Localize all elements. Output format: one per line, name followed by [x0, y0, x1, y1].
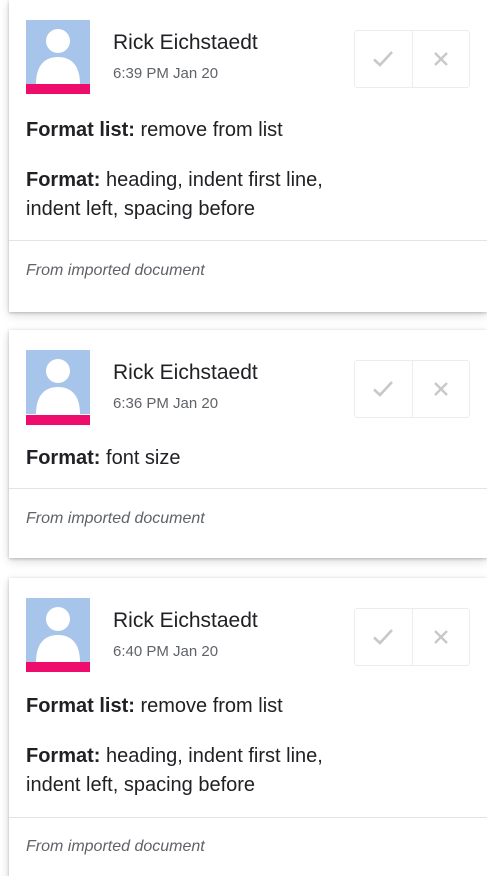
- suggestion-detail-line: indent left, spacing before: [26, 195, 255, 223]
- suggestion-source: From imported document: [26, 510, 205, 527]
- suggestion-timestamp: 6:40 PM Jan 20: [113, 643, 219, 660]
- suggestion-detail-line: Format list: remove from list: [26, 692, 283, 720]
- detail-value: heading, indent first line,: [100, 745, 323, 767]
- suggestions-panel: Rick Eichstaedt 6:39 PM Jan 20 Format li…: [0, 0, 487, 876]
- default-avatar-icon: [26, 350, 90, 414]
- checkmark-icon: [373, 629, 394, 645]
- card-divider: [9, 817, 487, 818]
- checkmark-icon: [373, 51, 394, 67]
- detail-label: Format:: [26, 447, 101, 469]
- author-color-bar: [26, 84, 90, 94]
- suggestion-timestamp: 6:39 PM Jan 20: [113, 65, 219, 82]
- close-icon: [433, 52, 448, 66]
- suggestion-detail-line: Format list: remove from list: [26, 116, 283, 144]
- accept-reject-buttons: [354, 608, 470, 666]
- suggestion-source: From imported document: [26, 262, 205, 279]
- checkmark-icon: [373, 381, 394, 397]
- accept-suggestion-button[interactable]: [355, 361, 412, 417]
- detail-value: indent left, spacing before: [26, 774, 256, 796]
- reject-suggestion-button[interactable]: [411, 361, 470, 417]
- default-avatar-icon: [26, 598, 90, 662]
- suggestion-source: From imported document: [26, 838, 205, 855]
- suggestion-detail-line: indent left, spacing before: [26, 771, 255, 799]
- close-icon: [433, 382, 448, 396]
- accept-reject-buttons: [354, 360, 470, 418]
- author-name: Rick Eichstaedt: [113, 361, 258, 384]
- author-color-bar: [26, 415, 90, 425]
- close-icon: [433, 630, 448, 644]
- suggestion-detail-line: Format: heading, indent first line,: [26, 166, 323, 194]
- accept-suggestion-button[interactable]: [355, 31, 412, 87]
- accept-reject-buttons: [354, 30, 470, 88]
- detail-label: Format list:: [26, 695, 135, 717]
- author-name: Rick Eichstaedt: [113, 31, 258, 54]
- detail-label: Format list:: [26, 119, 135, 141]
- suggestion-timestamp: 6:36 PM Jan 20: [113, 395, 219, 412]
- detail-value: font size: [100, 447, 181, 469]
- suggestion-card[interactable]: Rick Eichstaedt 6:40 PM Jan 20 Format li…: [9, 578, 487, 876]
- detail-value: heading, indent first line,: [100, 169, 323, 191]
- author-name: Rick Eichstaedt: [113, 609, 258, 632]
- detail-value: remove from list: [134, 119, 283, 141]
- accept-suggestion-button[interactable]: [355, 609, 412, 665]
- detail-label: Format:: [26, 745, 101, 767]
- suggestion-card[interactable]: Rick Eichstaedt 6:39 PM Jan 20 Format li…: [9, 0, 487, 312]
- suggestion-detail-line: Format: font size: [26, 444, 181, 472]
- detail-value: indent left, spacing before: [26, 198, 256, 220]
- card-divider: [9, 488, 487, 489]
- suggestion-card[interactable]: Rick Eichstaedt 6:36 PM Jan 20 Format: f…: [9, 330, 487, 558]
- reject-suggestion-button[interactable]: [411, 31, 470, 87]
- reject-suggestion-button[interactable]: [411, 609, 470, 665]
- detail-label: Format:: [26, 169, 101, 191]
- card-divider: [9, 240, 487, 241]
- author-color-bar: [26, 662, 90, 672]
- suggestion-detail-line: Format: heading, indent first line,: [26, 742, 323, 770]
- detail-value: remove from list: [134, 695, 283, 717]
- default-avatar-icon: [26, 20, 90, 84]
